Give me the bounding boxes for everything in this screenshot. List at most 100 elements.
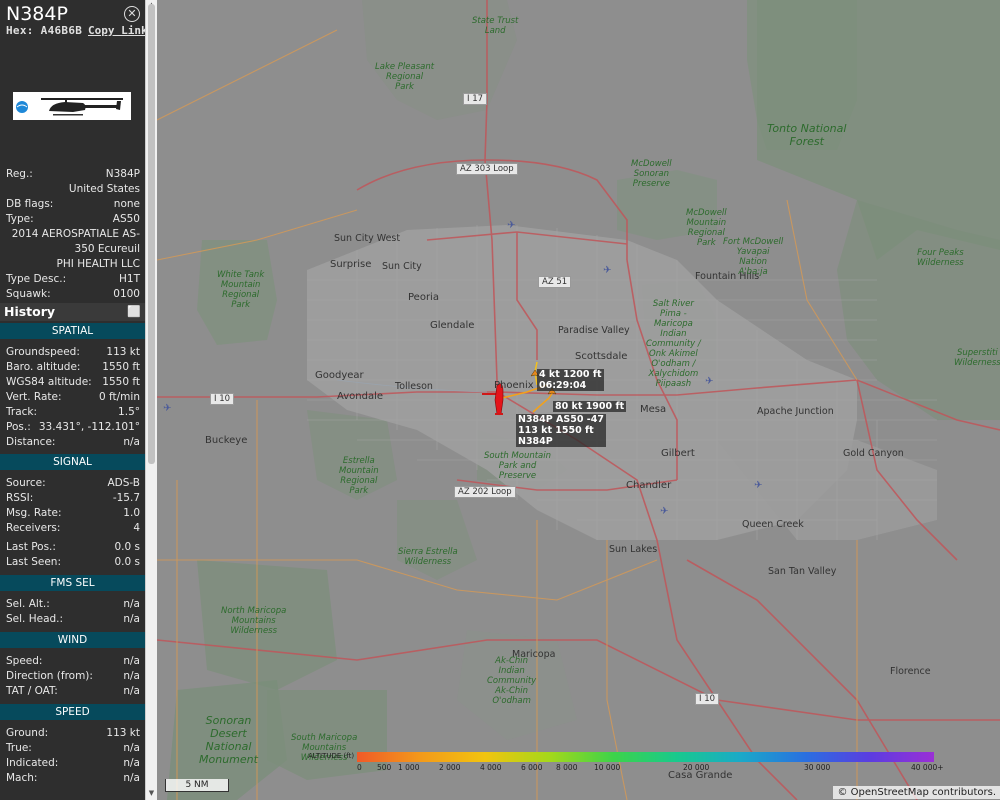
- field-value: n/a: [123, 772, 140, 784]
- field-value: n/a: [123, 757, 140, 769]
- detail-row: Type Desc.: H1T: [6, 272, 140, 286]
- park-label: Sierra Estrella Wilderness: [398, 547, 458, 567]
- detail-value: none: [113, 198, 140, 210]
- detail-label: DB flags:: [6, 198, 54, 210]
- legend-tick: 30 000: [804, 763, 831, 772]
- signal-row: Receivers: 4: [6, 521, 140, 535]
- signal-row: Last Seen: 0.0 s: [6, 555, 140, 569]
- field-value: 33.431°, -112.101°: [38, 421, 140, 433]
- park-label: South Mountain Park and Preserve: [484, 451, 552, 481]
- detail-row: Type: AS50: [6, 212, 140, 226]
- sidebar-scrollbar[interactable]: ▲ ▼: [145, 0, 157, 800]
- detail-row: Reg.: N384P: [6, 167, 140, 181]
- field-label: Receivers:: [6, 522, 61, 534]
- field-label: Pos.:: [6, 421, 31, 433]
- field-label: WGS84 altitude:: [6, 376, 92, 388]
- place-label: Goodyear: [315, 370, 364, 381]
- park-label: Salt River Pima - Maricopa Indian Community …: [646, 299, 701, 389]
- field-value: n/a: [123, 436, 140, 448]
- legend-tick: 1 000: [398, 763, 420, 772]
- place-label: Surprise: [330, 259, 372, 270]
- field-value: 1550 ft: [102, 376, 140, 388]
- place-label: Gold Canyon: [843, 448, 904, 459]
- field-label: Vert. Rate:: [6, 391, 62, 403]
- place-label: Florence: [890, 666, 931, 677]
- place-label: Tolleson: [395, 381, 433, 392]
- field-value: ADS-B: [107, 477, 140, 489]
- aircraft-label[interactable]: 4 kt 1200 ft 06:29:04: [537, 369, 604, 391]
- selected-aircraft-label[interactable]: N384P AS50 -47 113 kt 1550 ft N384P: [516, 414, 606, 447]
- copy-link-button[interactable]: Copy Link: [88, 24, 145, 37]
- legend-tick: 20 000: [683, 763, 710, 772]
- detail-row: 350 Ecureuil: [6, 242, 140, 256]
- spatial-row: Track: 1.5°: [6, 405, 140, 419]
- section-header-wind[interactable]: WIND: [0, 632, 145, 648]
- field-value: 4: [133, 522, 140, 534]
- legend-tick: 2 000: [439, 763, 461, 772]
- field-label: Baro. altitude:: [6, 361, 81, 373]
- field-label: True:: [6, 742, 32, 754]
- spatial-row: Groundspeed: 113 kt: [6, 345, 140, 359]
- close-icon[interactable]: ✕: [124, 6, 140, 22]
- aircraft-label[interactable]: 80 kt 1900 ft: [553, 401, 627, 412]
- field-value: 113 kt: [106, 346, 140, 358]
- field-label: TAT / OAT:: [6, 685, 58, 697]
- detail-value: 2014 AEROSPATIALE AS-: [11, 228, 140, 240]
- section-header-speed[interactable]: SPEED: [0, 704, 145, 720]
- legend-tick: 40 000+: [911, 763, 944, 772]
- field-value: n/a: [123, 670, 140, 682]
- speed-row: Indicated: n/a: [6, 756, 140, 770]
- legend-tick: 500: [377, 763, 392, 772]
- map-view[interactable]: ✈✈✈ ✈✈✈ ✈ N384P AS50 -47 113 kt 1550 ft …: [157, 0, 1000, 800]
- svg-text:✈: ✈: [660, 506, 668, 517]
- detail-value: United States: [68, 183, 140, 195]
- legend-tick: 6 000: [521, 763, 543, 772]
- place-label: Phoenix: [494, 380, 534, 391]
- field-label: Speed:: [6, 655, 43, 667]
- wind-row: TAT / OAT: n/a: [6, 684, 140, 698]
- scale-bar: 5 NM: [165, 779, 229, 792]
- place-label: Mesa: [640, 404, 667, 415]
- speed-row: Mach: n/a: [6, 771, 140, 785]
- field-label: Source:: [6, 477, 46, 489]
- field-label: Ground:: [6, 727, 49, 739]
- park-label: White Tank Mountain Regional Park: [217, 270, 265, 310]
- place-label: Paradise Valley: [558, 325, 630, 336]
- detail-row: United States: [6, 182, 140, 196]
- field-value: 0.0 s: [114, 541, 140, 553]
- place-label: Glendale: [430, 320, 475, 331]
- map-attribution[interactable]: © OpenStreetMap contributors.: [833, 786, 1000, 799]
- signal-row: Msg. Rate: 1.0: [6, 506, 140, 520]
- detail-row: PHI HEALTH LLC: [6, 257, 140, 271]
- highway-shield: AZ 303 Loop: [456, 163, 518, 175]
- svg-text:✈: ✈: [603, 265, 611, 276]
- field-value: n/a: [123, 685, 140, 697]
- map-tiles: ✈✈✈ ✈✈✈ ✈: [157, 0, 1000, 800]
- wind-row: Direction (from): n/a: [6, 669, 140, 683]
- detail-row: 2014 AEROSPATIALE AS-: [6, 227, 140, 241]
- signal-row: Last Pos.: 0.0 s: [6, 540, 140, 554]
- scroll-down-icon[interactable]: ▼: [147, 789, 156, 797]
- scrollbar-thumb[interactable]: [148, 4, 155, 464]
- field-label: Mach:: [6, 772, 38, 784]
- highway-shield: I 10: [210, 393, 235, 405]
- park-label: Ak-Chin Indian Community Ak-Chin O'odham: [487, 656, 537, 706]
- place-label: San Tan Valley: [768, 566, 837, 577]
- place-label: Chandler: [626, 480, 672, 491]
- detail-row: DB flags: none: [6, 197, 140, 211]
- place-label: Avondale: [337, 391, 384, 402]
- field-label: Last Seen:: [6, 556, 61, 568]
- spatial-row: WGS84 altitude: 1550 ft: [6, 375, 140, 389]
- expand-icon[interactable]: ⬜: [127, 303, 141, 321]
- park-label: Sonoran Desert National Monument: [199, 714, 258, 766]
- aircraft-photo: [13, 92, 131, 120]
- detail-value: H1T: [119, 273, 140, 285]
- section-header-spatial[interactable]: SPATIAL: [0, 323, 145, 339]
- section-header-signal[interactable]: SIGNAL: [0, 454, 145, 470]
- svg-text:✈: ✈: [507, 220, 515, 231]
- field-label: Indicated:: [6, 757, 59, 769]
- detail-value: N384P: [105, 168, 140, 180]
- history-header[interactable]: History ⬜: [0, 303, 145, 321]
- section-header-fms[interactable]: FMS SEL: [0, 575, 145, 591]
- place-label: Apache Junction: [757, 406, 834, 417]
